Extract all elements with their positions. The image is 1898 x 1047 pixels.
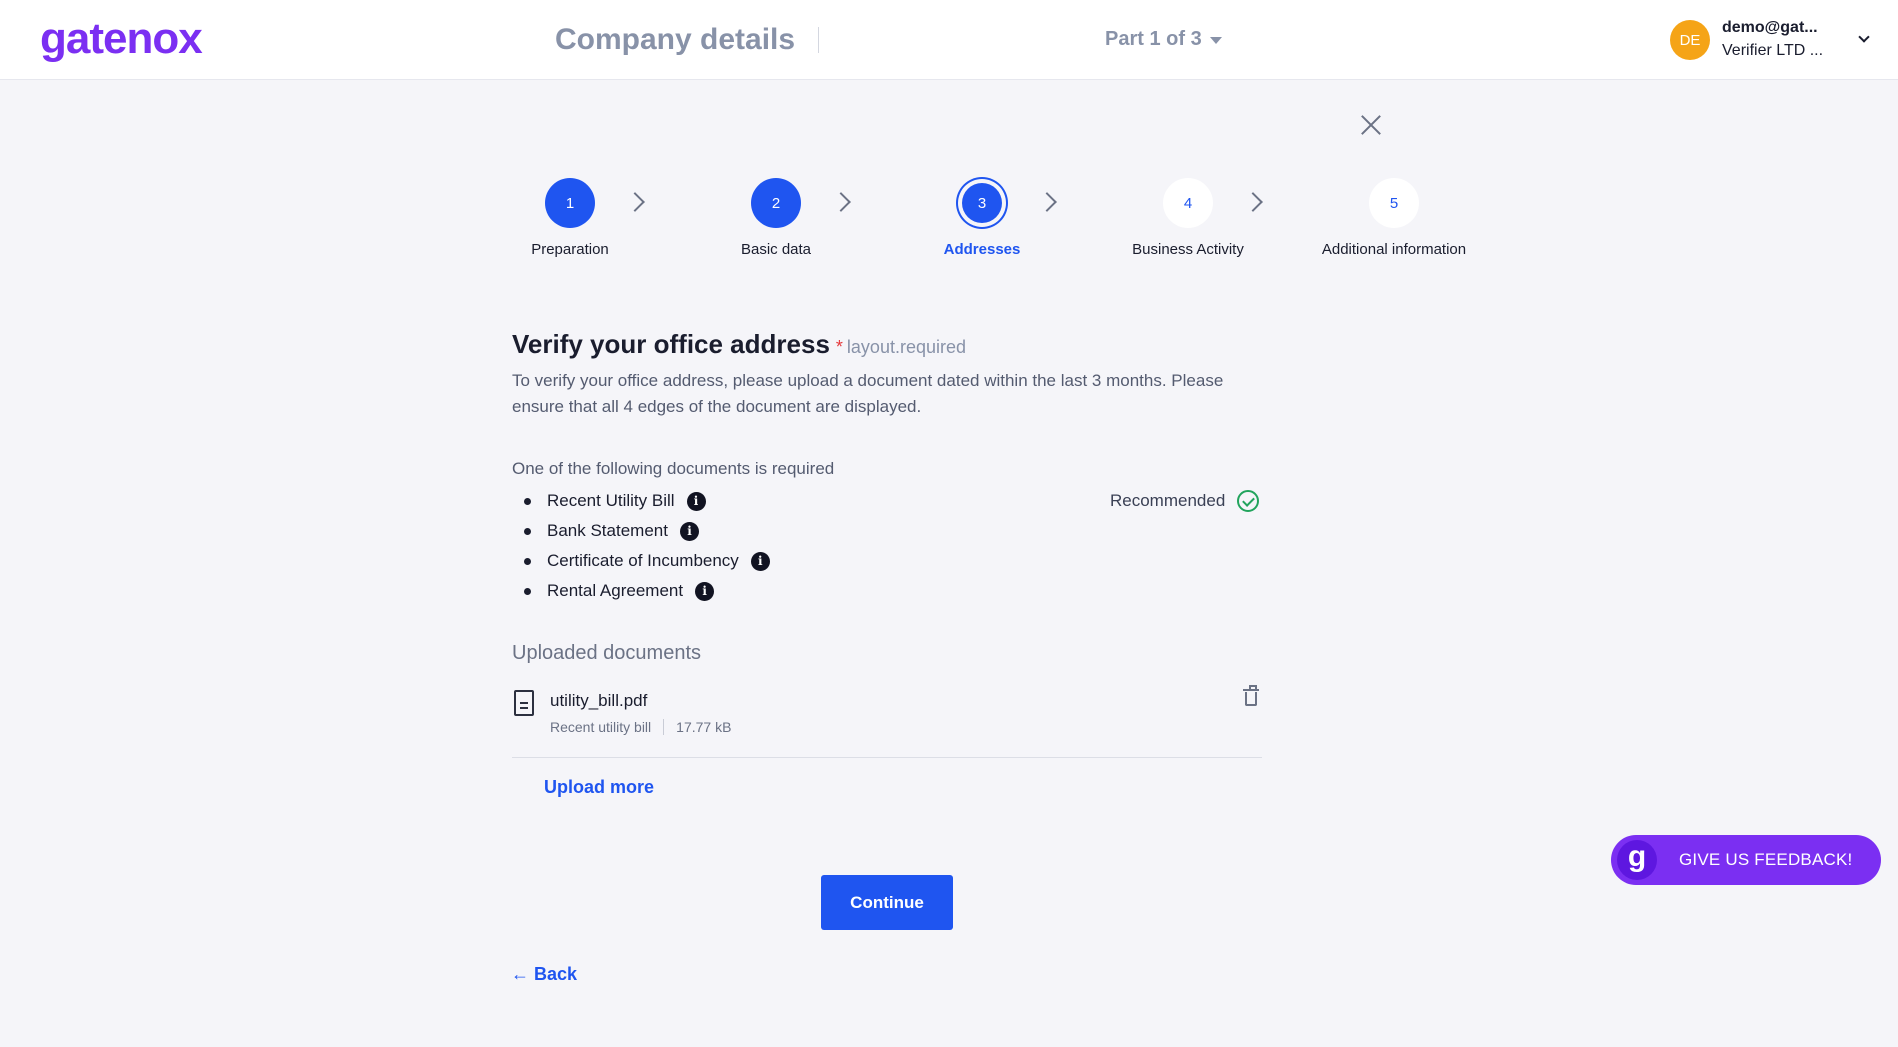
- list-item: Recent Utility Bill i: [524, 486, 770, 516]
- list-item: Bank Statement i: [524, 516, 770, 546]
- recommended-label: Recommended: [1110, 491, 1226, 510]
- trash-icon[interactable]: [1243, 685, 1259, 706]
- info-icon[interactable]: i: [750, 551, 770, 571]
- step-business-activity[interactable]: 4 Business Activity: [1098, 178, 1278, 260]
- bullet: [524, 497, 531, 505]
- list-item: Rental Agreement i: [524, 576, 770, 606]
- top-bar: gatenox Company details Part 1 of 3 DE d…: [0, 0, 1898, 80]
- bullet: [524, 527, 531, 535]
- step-number: 1: [545, 178, 595, 228]
- gatenox-g-icon: g: [1617, 840, 1657, 880]
- document-icon: [514, 690, 534, 716]
- step-basic-data[interactable]: 2 Basic data: [686, 178, 866, 260]
- part-label: Part 1 of 3: [1105, 28, 1202, 50]
- address-verification-section: Verify your office address * layout.requ…: [512, 326, 1262, 797]
- gatenox-logo[interactable]: gatenox: [40, 14, 203, 64]
- docs-intro: One of the following documents is requir…: [512, 459, 835, 478]
- step-label: Additional information: [1321, 241, 1467, 258]
- user-company: Verifier LTD ...: [1722, 42, 1824, 59]
- step-number: 2: [751, 178, 801, 228]
- required-text: layout.required: [846, 337, 966, 357]
- file-size: 17.77 kB: [676, 719, 732, 735]
- info-icon[interactable]: i: [679, 521, 699, 541]
- uploaded-file-row: utility_bill.pdf Recent utility bill 17.…: [512, 685, 1262, 758]
- info-icon[interactable]: i: [695, 581, 715, 601]
- document-label: Recent Utility Bill: [547, 491, 675, 510]
- document-list: Recent Utility Bill i Bank Statement i C…: [524, 486, 770, 606]
- progress-stepper: 1 Preparation 2 Basic data 3 Addresses 4…: [480, 178, 1480, 268]
- file-name: utility_bill.pdf: [550, 691, 648, 710]
- step-preparation[interactable]: 1 Preparation: [480, 178, 660, 260]
- document-label: Bank Statement: [547, 521, 668, 540]
- close-icon[interactable]: [1360, 114, 1382, 136]
- step-number: 4: [1163, 178, 1213, 228]
- avatar: DE: [1670, 20, 1710, 60]
- feedback-button[interactable]: g GIVE US FEEDBACK!: [1611, 835, 1881, 885]
- bullet: [524, 587, 531, 595]
- section-description: To verify your office address, please up…: [512, 371, 1224, 416]
- user-menu[interactable]: DE demo@gat... Verifier LTD ...: [1670, 18, 1870, 62]
- document-label: Certificate of Incumbency: [547, 551, 739, 570]
- step-label: Basic data: [740, 241, 812, 258]
- caret-down-icon: [1209, 36, 1222, 44]
- file-type: Recent utility bill: [550, 719, 652, 735]
- uploaded-documents-heading: Uploaded documents: [512, 642, 702, 664]
- meta-divider: [663, 719, 665, 735]
- part-selector[interactable]: Part 1 of 3: [1105, 26, 1222, 52]
- page-title: Company details: [555, 23, 796, 56]
- upload-more-link[interactable]: Upload more: [544, 774, 654, 800]
- list-item: Certificate of Incumbency i: [524, 546, 770, 576]
- step-number: 5: [1369, 178, 1419, 228]
- document-label: Rental Agreement: [547, 581, 684, 600]
- step-label: Business Activity: [1132, 241, 1244, 258]
- info-icon[interactable]: i: [686, 491, 706, 511]
- recommended-badge: Recommended: [1110, 486, 1260, 516]
- continue-button[interactable]: Continue: [821, 875, 953, 930]
- check-circle-icon: [1237, 490, 1260, 512]
- chevron-down-icon[interactable]: [1858, 31, 1870, 43]
- section-heading-row: Verify your office address * layout.requ…: [512, 326, 1262, 362]
- step-label: Preparation: [531, 241, 609, 258]
- file-meta: Recent utility bill 17.77 kB: [550, 718, 731, 736]
- step-additional-information[interactable]: 5 Additional information: [1304, 178, 1484, 260]
- feedback-label: GIVE US FEEDBACK!: [1679, 850, 1853, 869]
- user-info: demo@gat... Verifier LTD ...: [1722, 18, 1840, 62]
- title-divider: [818, 27, 819, 53]
- step-number: 3: [962, 183, 1002, 223]
- user-email: demo@gat...: [1722, 19, 1818, 36]
- back-link[interactable]: ← Back: [511, 961, 577, 987]
- section-heading: Verify your office address: [512, 329, 830, 359]
- required-star: *: [835, 337, 843, 357]
- bullet: [524, 557, 531, 565]
- step-addresses[interactable]: 3 Addresses: [892, 178, 1072, 260]
- step-label: Addresses: [943, 241, 1021, 258]
